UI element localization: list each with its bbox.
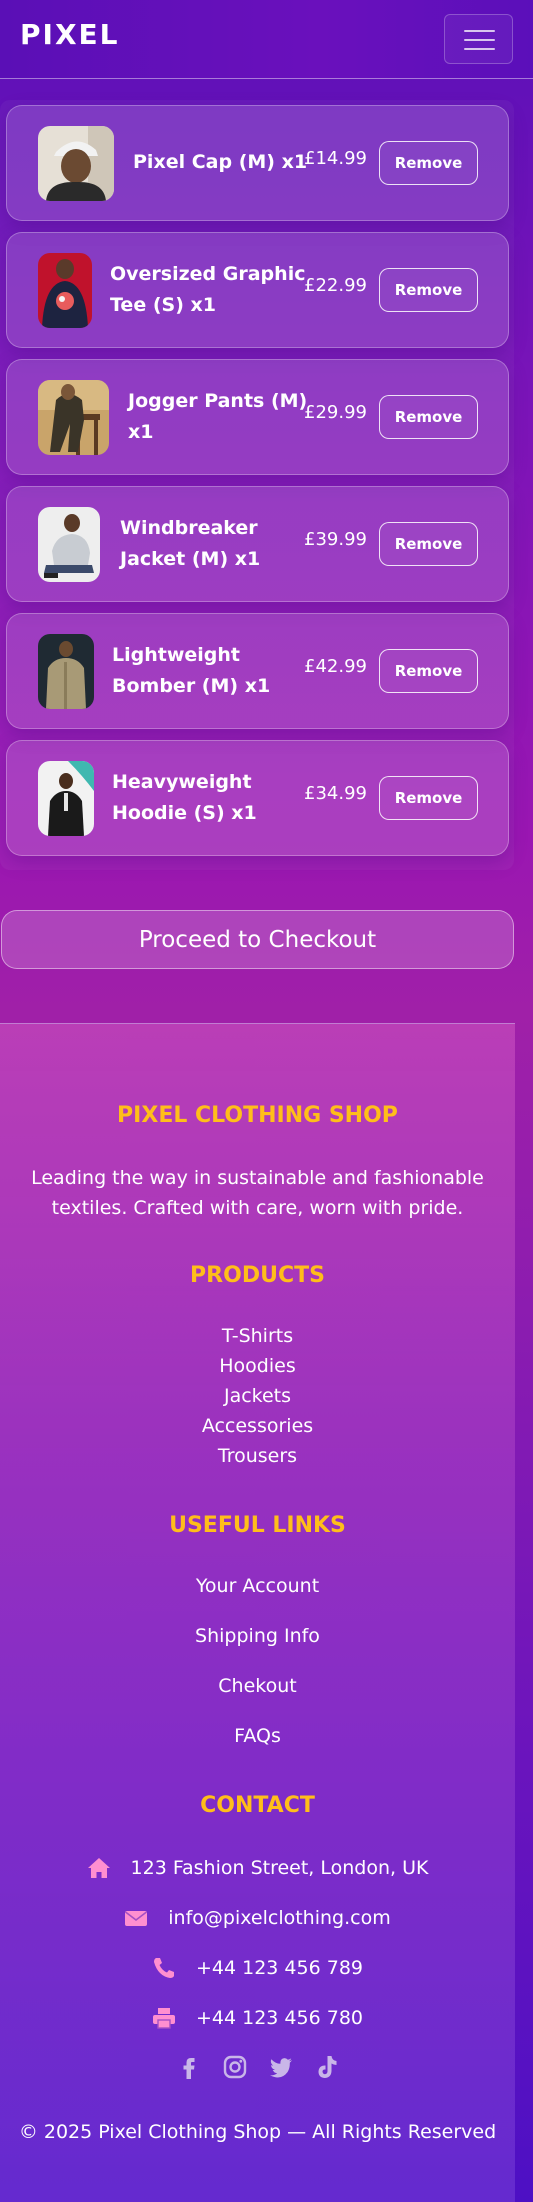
instagram-icon[interactable] xyxy=(222,2054,248,2080)
contact-fax: +44 123 456 780 xyxy=(0,2003,515,2033)
home-icon xyxy=(87,1858,110,1878)
hamburger-menu-button[interactable] xyxy=(444,14,513,64)
item-price: £29.99 xyxy=(304,402,367,423)
proceed-to-checkout-button[interactable]: Proceed to Checkout xyxy=(1,910,514,969)
footer-description-line-1: Leading the way in sustainable and fashi… xyxy=(31,1167,484,1189)
twitter-icon[interactable] xyxy=(268,2054,294,2080)
envelope-icon xyxy=(125,1911,148,1926)
remove-button[interactable]: Remove xyxy=(379,268,478,312)
footer-link-checkout[interactable]: Chekout xyxy=(0,1675,515,1697)
product-image xyxy=(38,380,109,455)
footer-link-faqs[interactable]: FAQs xyxy=(0,1725,515,1747)
phone-icon xyxy=(153,1958,174,1978)
cart-item: Pixel Cap (M) x1 £14.99 Remove xyxy=(6,105,509,221)
footer-useful-links-title: USEFUL LINKS xyxy=(169,1513,346,1538)
printer-icon xyxy=(152,2008,175,2029)
copyright-text: © 2025 Pixel Clothing Shop — All Rights … xyxy=(18,2121,497,2143)
remove-button[interactable]: Remove xyxy=(379,141,478,185)
hamburger-menu-icon-bar xyxy=(464,39,495,41)
contact-phone-text[interactable]: +44 123 456 789 xyxy=(196,1957,363,1979)
item-name-line-1: Windbreaker xyxy=(120,517,258,539)
item-name-line-2: x1 xyxy=(128,421,154,443)
item-name-line-2: Jacket (M) x1 xyxy=(120,548,261,570)
remove-button[interactable]: Remove xyxy=(379,649,478,693)
footer-product-link[interactable]: T-Shirts xyxy=(0,1325,515,1347)
item-name: Pixel Cap (M) x1 xyxy=(133,151,308,173)
contact-fax-text: +44 123 456 780 xyxy=(195,2007,363,2029)
item-price: £34.99 xyxy=(304,783,367,804)
item-price: £42.99 xyxy=(304,656,367,677)
footer-product-link[interactable]: Accessories xyxy=(0,1415,515,1437)
item-name-line-2: Bomber (M) x1 xyxy=(112,675,271,697)
footer-link-shipping-info[interactable]: Shipping Info xyxy=(0,1625,515,1647)
remove-button[interactable]: Remove xyxy=(379,395,478,439)
footer-link-your-account[interactable]: Your Account xyxy=(0,1575,515,1597)
product-image xyxy=(38,634,94,709)
footer-description-line-2: textiles. Crafted with care, worn with p… xyxy=(51,1197,464,1219)
footer-product-link[interactable]: Hoodies xyxy=(0,1355,515,1377)
item-price: £39.99 xyxy=(304,529,367,550)
facebook-icon[interactable] xyxy=(176,2054,202,2080)
cart-item: Windbreaker Jacket (M) x1 £39.99 Remove xyxy=(6,486,509,602)
hamburger-menu-icon-bar xyxy=(464,48,495,50)
cart-list: Pixel Cap (M) x1 £14.99 Remove Oversized… xyxy=(0,100,514,870)
item-price: £22.99 xyxy=(304,275,367,296)
social-links xyxy=(0,2054,515,2084)
cart-item: Lightweight Bomber (M) x1 £42.99 Remove xyxy=(6,613,509,729)
footer-products-title: PRODUCTS xyxy=(190,1263,325,1288)
brand-logo[interactable]: PIXEL xyxy=(20,18,120,51)
contact-address: 123 Fashion Street, London, UK xyxy=(0,1853,515,1883)
cart-item: Oversized Graphic Tee (S) x1 £22.99 Remo… xyxy=(6,232,509,348)
navbar: PIXEL xyxy=(0,0,533,79)
remove-button[interactable]: Remove xyxy=(379,522,478,566)
product-image xyxy=(38,253,92,328)
contact-address-text: 123 Fashion Street, London, UK xyxy=(130,1857,429,1879)
hamburger-menu-icon xyxy=(464,30,495,32)
item-name-line-2: Hoodie (S) x1 xyxy=(112,802,257,824)
product-image xyxy=(38,507,100,582)
contact-email: info@pixelclothing.com xyxy=(0,1903,515,1933)
cart-item: Jogger Pants (M) x1 £29.99 Remove xyxy=(6,359,509,475)
item-name-line-1: Jogger Pants (M) xyxy=(128,390,308,412)
item-name-line-2: Tee (S) x1 xyxy=(110,294,216,316)
footer-product-link[interactable]: Trousers xyxy=(0,1445,515,1467)
footer-shop-title: PIXEL CLOTHING SHOP xyxy=(117,1103,398,1128)
tiktok-icon[interactable] xyxy=(314,2054,340,2080)
cart-item: Heavyweight Hoodie (S) x1 £34.99 Remove xyxy=(6,740,509,856)
item-name-line-1: Heavyweight xyxy=(112,771,252,793)
footer-contact-title: CONTACT xyxy=(200,1793,315,1818)
item-name-line-1: Oversized Graphic xyxy=(110,263,306,285)
item-name-line-1: Lightweight xyxy=(112,644,240,666)
footer-product-link[interactable]: Jackets xyxy=(0,1385,515,1407)
contact-phone: +44 123 456 789 xyxy=(0,1953,515,1983)
product-image xyxy=(38,761,94,836)
contact-email-text[interactable]: info@pixelclothing.com xyxy=(168,1907,390,1929)
product-image xyxy=(38,126,114,201)
remove-button[interactable]: Remove xyxy=(379,776,478,820)
item-price: £14.99 xyxy=(304,148,367,169)
